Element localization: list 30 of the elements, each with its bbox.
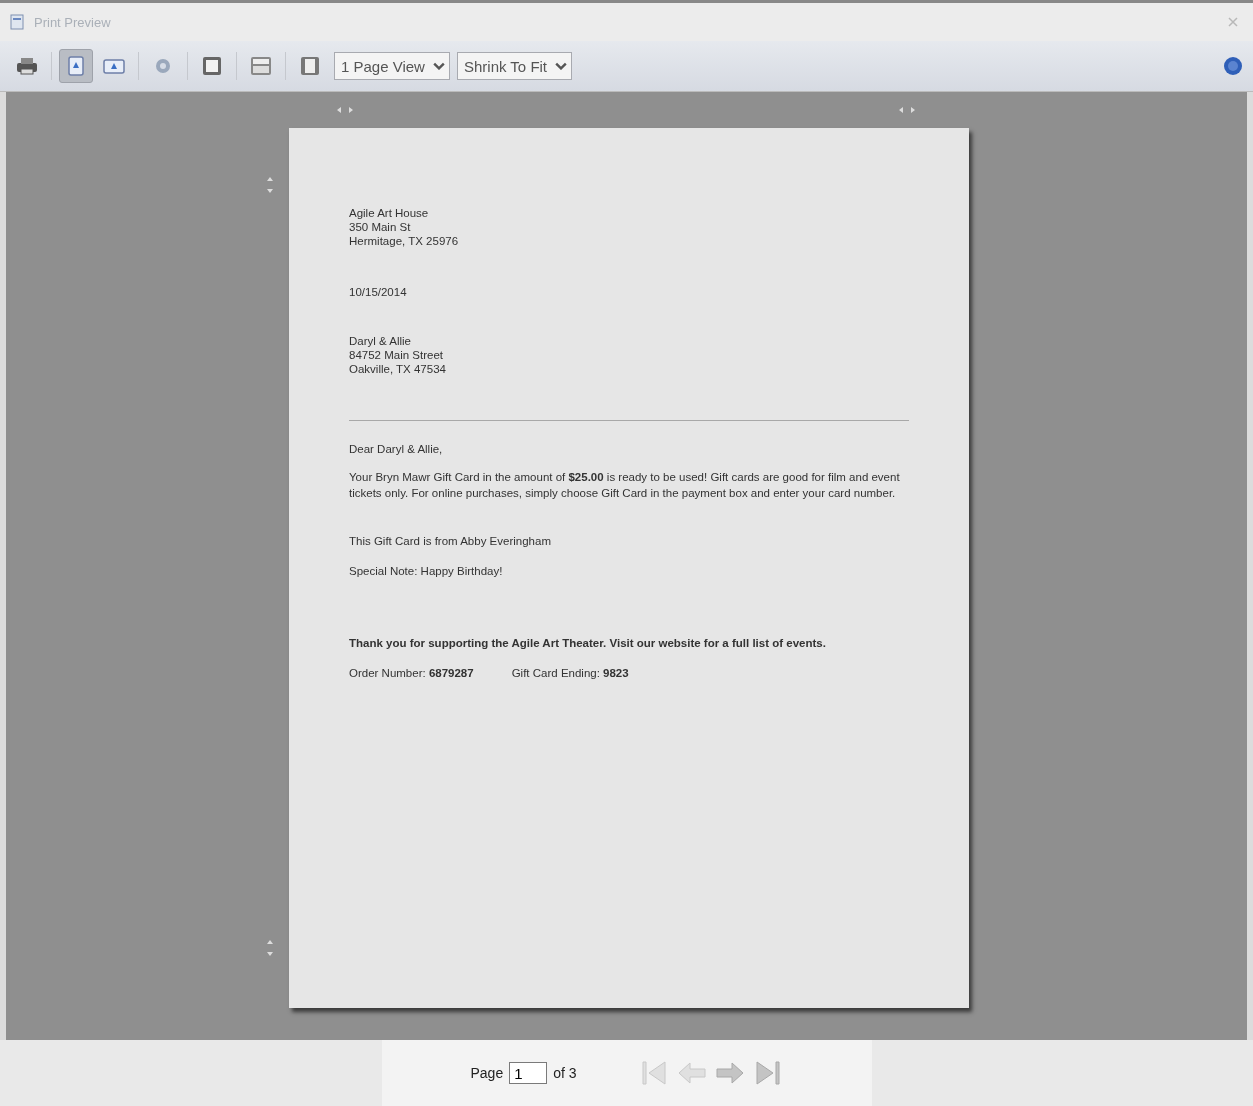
margin-handle-icon[interactable] (898, 106, 916, 114)
view-dropdown[interactable]: Shrink To Fit (456, 52, 573, 80)
thanks-line: Thank you for supporting the Agile Art Theater. Visit our website for a full list of events. (349, 637, 827, 649)
close-icon[interactable] (1227, 16, 1239, 28)
page-label: Page (470, 1065, 504, 1081)
window-icon (10, 14, 24, 30)
order-number: Order Number: 6879287 (349, 667, 474, 679)
recipient-address-line: 84752 Main Street (349, 348, 444, 362)
view-dropdown[interactable]: 1 Page View (334, 52, 450, 80)
greeting: Dear Daryl & Allie, (349, 443, 444, 455)
gift-from-line: This Gift Card is from Abby Everingham (349, 535, 552, 547)
card-ending: Gift Card Ending: 9823 (511, 667, 629, 679)
margin-handle-icon[interactable] (336, 106, 354, 114)
next-page-icon[interactable] (714, 1060, 745, 1086)
margin-handle-icon[interactable] (266, 176, 274, 194)
caret-icon[interactable] (432, 62, 445, 70)
letter-date: 10/15/2014 (349, 286, 408, 298)
page-number-field[interactable]: 1 (509, 1062, 548, 1084)
special-note: Special Note: Happy Birthday! (349, 565, 504, 577)
help-icon[interactable] (1223, 56, 1243, 76)
caret-icon[interactable] (555, 62, 568, 70)
page-total: of 3 (553, 1065, 577, 1081)
sender-address-line: Agile Art House (349, 206, 430, 220)
window-title: Print Preview (34, 14, 111, 30)
letter-body: Your Bryn Mawr Gift Card in the amount of $25.00 is ready to be used! Gift cards are good for film and event tickets only. For online purchases, simply choose Gift Card in the payment box and enter your card number. (349, 470, 901, 501)
margin-handle-icon[interactable] (266, 939, 274, 957)
sender-address-line: Hermitage, TX 25976 (349, 234, 460, 248)
recipient-address-line: Oakville, TX 47534 (349, 362, 447, 376)
recipient-address-line: Daryl & Allie (349, 334, 412, 348)
sender-address-line: 350 Main St (349, 220, 412, 234)
